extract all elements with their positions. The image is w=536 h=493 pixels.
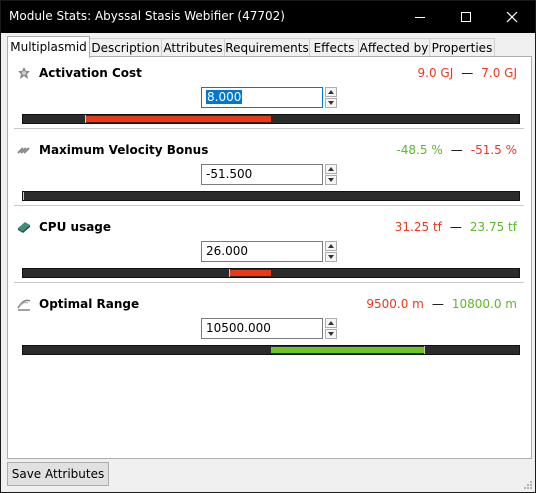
range-low: 31.25 tf bbox=[394, 220, 442, 234]
range-high: 10800.0 m bbox=[451, 297, 517, 311]
bar-fill bbox=[271, 347, 424, 353]
step-down-button[interactable] bbox=[325, 98, 337, 108]
tab-label: Effects bbox=[313, 41, 355, 55]
stepper bbox=[325, 164, 337, 185]
maximize-icon bbox=[461, 12, 471, 22]
range-separator: — bbox=[431, 297, 444, 311]
bar-marker bbox=[424, 346, 425, 354]
range-high: 7.0 GJ bbox=[481, 66, 517, 80]
bar-fill bbox=[229, 270, 271, 276]
title-bar[interactable]: Module Stats: Abyssal Stasis Webifier (4… bbox=[1, 1, 535, 33]
tab-requirements[interactable]: Requirements bbox=[224, 38, 310, 57]
stat-bar bbox=[22, 114, 520, 124]
tab-label: Multiplasmid bbox=[10, 40, 87, 54]
stat-value-input[interactable]: 10500.000 bbox=[201, 318, 323, 339]
range-high: -51.5 % bbox=[470, 143, 517, 157]
chevron-up-icon bbox=[328, 321, 334, 325]
divider bbox=[14, 128, 524, 129]
stepper bbox=[325, 318, 337, 339]
step-up-button[interactable] bbox=[325, 318, 337, 328]
close-icon bbox=[506, 11, 518, 23]
range-low: -48.5 % bbox=[396, 143, 443, 157]
stat-range: 9500.0 m — 10800.0 m bbox=[366, 297, 517, 311]
capacitor-icon bbox=[18, 67, 30, 79]
stat-value-input[interactable]: 8.000 bbox=[201, 87, 323, 108]
chevron-down-icon bbox=[328, 101, 334, 105]
tab-multiplasmid[interactable]: Multiplasmid bbox=[7, 36, 90, 58]
stat-value-input[interactable]: -51.500 bbox=[201, 164, 323, 185]
divider bbox=[14, 205, 524, 206]
stat-range: -48.5 % — -51.5 % bbox=[396, 143, 517, 157]
chevron-down-icon bbox=[328, 178, 334, 182]
tab-description[interactable]: Description bbox=[89, 38, 162, 57]
range-high: 23.75 tf bbox=[469, 220, 517, 234]
stat-range: 31.25 tf — 23.75 tf bbox=[395, 220, 517, 234]
tab-label: Attributes bbox=[163, 41, 223, 55]
step-up-button[interactable] bbox=[325, 87, 337, 97]
step-down-button[interactable] bbox=[325, 252, 337, 262]
save-attributes-button[interactable]: Save Attributes bbox=[7, 462, 109, 486]
chevron-down-icon bbox=[328, 332, 334, 336]
stat-bar bbox=[22, 345, 520, 355]
chevron-up-icon bbox=[328, 90, 334, 94]
stat-cpu-usage: CPU usage 31.25 tf — 23.75 tf 26.000 bbox=[8, 213, 531, 289]
range-low: 9.0 GJ bbox=[417, 66, 454, 80]
close-button[interactable] bbox=[489, 1, 535, 33]
range-separator: — bbox=[449, 220, 462, 234]
divider bbox=[14, 282, 524, 283]
minimize-button[interactable] bbox=[397, 1, 443, 33]
bar-marker bbox=[85, 115, 86, 123]
cpu-icon bbox=[18, 222, 30, 233]
tab-label: Properties bbox=[431, 41, 493, 55]
step-down-button[interactable] bbox=[325, 329, 337, 339]
bar-fill bbox=[85, 116, 271, 122]
step-up-button[interactable] bbox=[325, 241, 337, 251]
stat-name: Activation Cost bbox=[39, 66, 142, 80]
tab-effects[interactable]: Effects bbox=[309, 38, 359, 57]
stat-bar bbox=[22, 268, 520, 278]
bar-marker bbox=[229, 269, 230, 277]
module-stats-window: Module Stats: Abyssal Stasis Webifier (4… bbox=[0, 0, 536, 493]
multiplasmid-panel: Activation Cost 9.0 GJ — 7.0 GJ 8.000 Maxi… bbox=[7, 56, 532, 459]
stepper bbox=[325, 241, 337, 262]
bar-marker bbox=[23, 192, 24, 200]
range-separator: — bbox=[450, 143, 463, 157]
window-title: Module Stats: Abyssal Stasis Webifier (4… bbox=[9, 9, 285, 23]
tab-properties[interactable]: Properties bbox=[429, 38, 495, 57]
stat-name: CPU usage bbox=[39, 220, 112, 234]
chevron-up-icon bbox=[328, 167, 334, 171]
stat-optimal-range: Optimal Range 9500.0 m — 10800.0 m 10500.0… bbox=[8, 290, 531, 366]
tab-affected-by[interactable]: Affected by bbox=[358, 38, 430, 57]
stat-activation-cost: Activation Cost 9.0 GJ — 7.0 GJ 8.000 bbox=[8, 59, 531, 135]
stat-bar bbox=[22, 191, 520, 201]
minimize-icon bbox=[415, 17, 425, 18]
chevron-up-icon bbox=[328, 244, 334, 248]
tab-label: Affected by bbox=[359, 41, 429, 55]
stat-max-velocity-bonus: Maximum Velocity Bonus -48.5 % — -51.5 % -… bbox=[8, 136, 531, 212]
tab-label: Description bbox=[91, 41, 160, 55]
maximize-button[interactable] bbox=[443, 1, 489, 33]
tab-attributes[interactable]: Attributes bbox=[161, 38, 225, 57]
step-up-button[interactable] bbox=[325, 164, 337, 174]
tab-label: Requirements bbox=[225, 41, 309, 55]
resize-grip-icon[interactable] bbox=[522, 479, 532, 489]
stat-name: Maximum Velocity Bonus bbox=[39, 143, 209, 157]
chevron-down-icon bbox=[328, 255, 334, 259]
range-low: 9500.0 m bbox=[366, 297, 424, 311]
selected-text: 8.000 bbox=[206, 90, 243, 104]
stat-name: Optimal Range bbox=[39, 297, 140, 311]
step-down-button[interactable] bbox=[325, 175, 337, 185]
range-icon bbox=[17, 299, 31, 311]
velocity-icon bbox=[17, 147, 30, 154]
range-separator: — bbox=[461, 66, 474, 80]
stepper bbox=[325, 87, 337, 108]
stat-value-input[interactable]: 26.000 bbox=[201, 241, 323, 262]
stat-range: 9.0 GJ — 7.0 GJ bbox=[418, 66, 518, 80]
